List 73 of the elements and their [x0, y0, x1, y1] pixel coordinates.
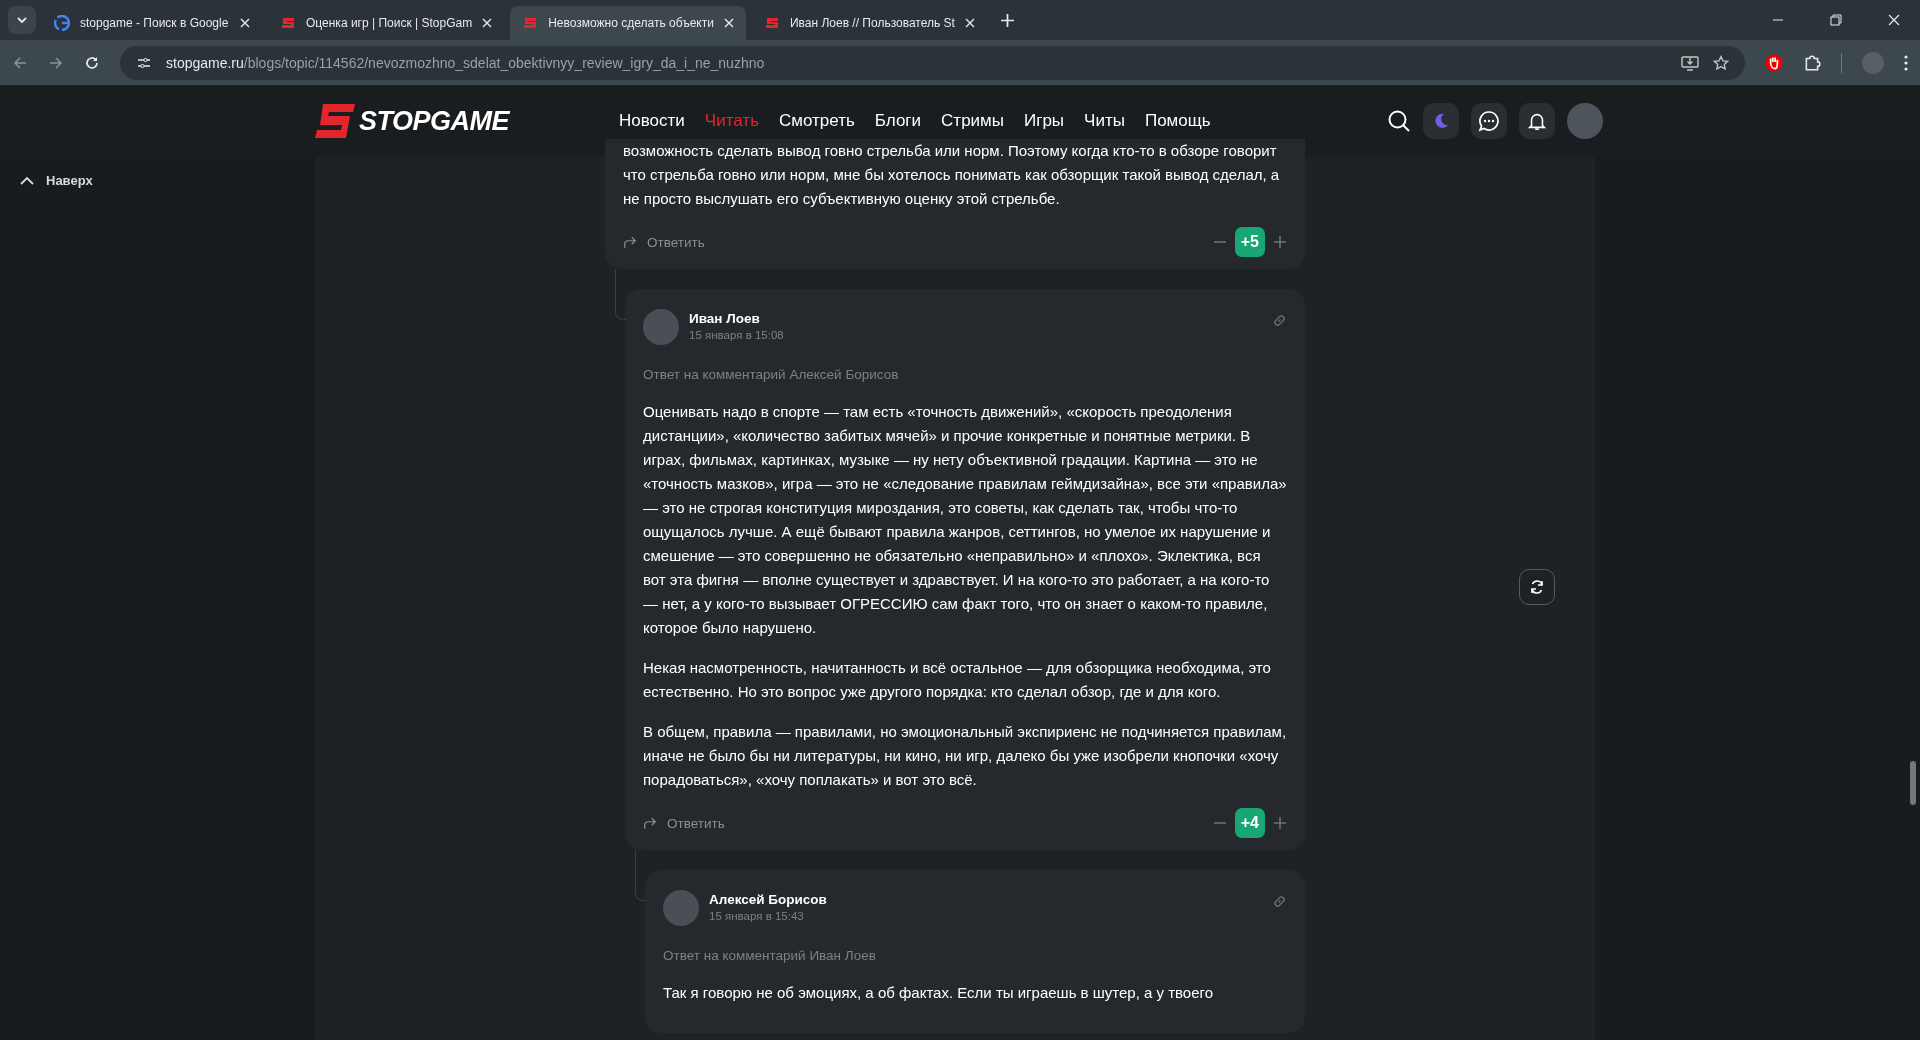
upvote-icon[interactable]	[1273, 816, 1287, 830]
nav-link[interactable]: Смотреть	[779, 111, 855, 131]
comment-date: 15 января в 15:43	[709, 910, 805, 922]
tab-title: Невозможно сделать объекти	[548, 16, 714, 30]
bell-icon	[1527, 111, 1547, 131]
close-icon[interactable]	[240, 18, 250, 28]
new-tab-icon[interactable]	[1000, 13, 1014, 27]
close-icon[interactable]	[964, 18, 975, 28]
comment-date: 15 января в 15:08	[689, 329, 784, 341]
star-icon[interactable]	[1713, 54, 1729, 71]
author-name[interactable]: Алексей Борисов	[709, 892, 827, 907]
tab-title: Иван Лоев // Пользователь St	[789, 16, 955, 30]
reply-arrow-icon	[643, 816, 657, 830]
reply-button[interactable]: Ответить	[643, 815, 725, 831]
comment-text: Некая насмотренность, начитанность и всё остальное — для обзорщика необходима, это естественно. Но это вопрос уже другого порядка: кто сделал обзор, где и для кого.	[643, 658, 1272, 702]
logo-icon[interactable]	[315, 104, 355, 138]
back-to-top-link[interactable]: Наверх	[20, 173, 93, 188]
close-icon[interactable]	[1888, 14, 1900, 26]
reply-to-text: Ответ на комментарий Алексей Борисов	[643, 367, 900, 382]
puzzle-icon[interactable]	[1803, 53, 1821, 72]
forward-icon[interactable]	[48, 54, 64, 71]
author-name[interactable]: Иван Лоев	[689, 311, 784, 326]
search-icon[interactable]	[1387, 109, 1411, 133]
browser-tab[interactable]: Невозможно сделать объекти	[510, 6, 746, 40]
tab-title: Оценка игр | Поиск | StopGam	[306, 16, 473, 30]
link-icon[interactable]	[1272, 313, 1287, 328]
browser-tab[interactable]: stopgame - Поиск в Google	[42, 6, 262, 40]
url-text: stopgame.ru/blogs/topic/114562/nevozmozhno_sdelat_obektivnyy_review_igry_da_i_ne_nuzhno	[166, 54, 765, 71]
nav-link[interactable]: Блоги	[874, 111, 922, 131]
nav-link[interactable]: Новости	[619, 111, 685, 131]
back-icon[interactable]	[12, 54, 28, 71]
theme-toggle-button[interactable]	[1423, 103, 1459, 139]
chat-icon	[1478, 110, 1500, 132]
nav-link[interactable]: Стримы	[941, 111, 1004, 131]
upvote-icon[interactable]	[1273, 235, 1287, 249]
tab-title: stopgame - Поиск в Google	[80, 16, 230, 30]
nav-link[interactable]: Помощь	[1144, 111, 1211, 131]
restore-icon[interactable]	[1830, 14, 1842, 26]
chevron-up-icon	[20, 176, 34, 185]
notifications-button[interactable]	[1519, 103, 1555, 139]
refresh-button[interactable]	[1519, 569, 1555, 605]
logo-text[interactable]: STOPGAME	[359, 105, 510, 137]
nav-link[interactable]: Читать	[704, 111, 759, 131]
logo-icon	[522, 15, 539, 31]
reply-to-text: Ответ на комментарий Иван Лоев	[663, 948, 877, 963]
logo-icon	[280, 15, 296, 31]
browser-tab[interactable]: Иван Лоев // Пользователь St	[751, 6, 987, 40]
comment-score: +5	[1234, 227, 1265, 257]
refresh-icon	[1529, 579, 1545, 595]
logo-icon	[763, 15, 780, 31]
link-icon[interactable]	[1272, 894, 1287, 909]
browser-tab[interactable]: Оценка игр | Поиск | StopGam	[268, 6, 505, 40]
comment-text: В общем, правила — правилами, но эмоциональный экспириенс не подчиняется правилам, иначе не было бы ни литературы, ни кино, ни игр, далеко бы уже изобрели кнопочки «хочу порадоваться», «хочу поплакать» и вот это всё.	[643, 722, 1287, 790]
caret-icon	[16, 14, 28, 26]
comment-text: возможность сделать вывод говно стрельба или норм. Поэтому когда кто-то в обзоре говорит что стрельба говно или норм, мне бы хотелось понимать как обзорщик такой вывод сделал, а не просто выслушать его субъективную оценку этой стрельбе.	[623, 141, 1281, 209]
hand-icon[interactable]	[1765, 53, 1783, 72]
comment-text: Оценивать надо в спорте — там есть «точность движений», «скорость преодоления дистанции», «количество забитых мячей» и прочие конкретные и понятные метрики. В играх, фильмах, картинках, музыке — ну нету объективной градации. Картина — это не «точность мазков», игра — это не «следование правилам геймдизайна», все эти «правила» — это не строгая конституция мироздания, это советы, как сделать так, чтобы что-то ощущалось лучше. А ещё бывают правила жанров, сеттингов, но умелое их нарушение и смешение — это совершенно не обязательно «неправильно» и «плохо». Эклектика, вся вот эта фигня — вполне существует и здравствует. И на кого-то это работает, а на кого-то — нет, а у кого-то вызывает ОГРЕССИЮ сам факт того, что он знает о каком-то правиле, которое было нарушено.	[643, 402, 1287, 638]
tab-list-button[interactable]	[8, 6, 36, 34]
reload-icon[interactable]	[84, 54, 100, 71]
reply-arrow-icon	[623, 235, 637, 249]
comment-text: Так я говорю не об эмоциях, а об фактах. Если ты играешь в шутер, а у твоего	[663, 983, 1215, 1003]
google-icon	[54, 15, 70, 31]
install-icon[interactable]	[1681, 54, 1699, 71]
address-bar[interactable]: stopgame.ru/blogs/topic/114562/nevozmozhno_sdelat_obektivnyy_review_igry_da_i_ne_nuzhno	[120, 45, 1745, 80]
scrollbar-thumb[interactable]	[1910, 761, 1916, 805]
messages-button[interactable]	[1471, 103, 1507, 139]
nav-link[interactable]: Читы	[1084, 111, 1125, 131]
close-icon[interactable]	[723, 18, 734, 28]
close-icon[interactable]	[482, 18, 493, 28]
comment-score: +4	[1234, 808, 1265, 838]
nav-link[interactable]: Игры	[1024, 111, 1065, 131]
menu-icon[interactable]	[1904, 54, 1908, 71]
reply-button[interactable]: Ответить	[623, 234, 705, 250]
